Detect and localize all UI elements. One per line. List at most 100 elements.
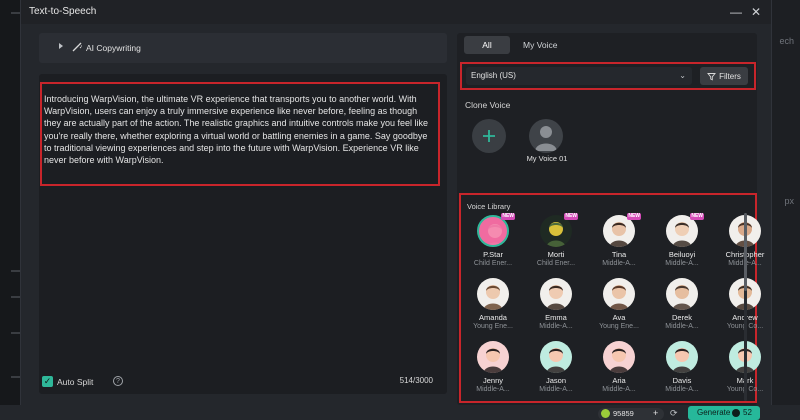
auto-split-checkbox[interactable]: ✓	[42, 376, 53, 387]
voice-description: Middle-A...	[602, 386, 636, 393]
voice-card[interactable]: NEW Morti Child Ener...	[528, 213, 584, 268]
portrait-icon	[483, 348, 503, 373]
portrait-icon	[609, 348, 629, 373]
generate-cost: 52	[743, 408, 752, 417]
portrait-icon	[672, 285, 692, 310]
voice-name: Jason	[545, 376, 566, 385]
clone-voice-title: Clone Voice	[465, 100, 511, 110]
voice-card[interactable]: Ava Young Ene...	[591, 278, 647, 331]
refresh-icon[interactable]: ⟳	[670, 408, 678, 419]
voice-avatar[interactable]	[603, 341, 635, 373]
voice-description: Child Ener...	[536, 260, 576, 267]
new-badge: NEW	[501, 213, 515, 220]
expand-caret-icon	[59, 43, 63, 49]
minimize-button[interactable]: —	[727, 3, 745, 21]
voice-card[interactable]: NEW Tina Middle-A...	[591, 213, 647, 268]
portrait-icon	[483, 285, 503, 310]
voice-avatar[interactable]	[540, 278, 572, 310]
window-title: Text-to-Speech	[29, 6, 97, 17]
voice-description: Middle-A...	[476, 386, 510, 393]
voice-description: Middle-A...	[539, 323, 573, 330]
voice-description: Child Ener...	[473, 260, 513, 267]
voice-card[interactable]: Jenny Middle-A...	[465, 341, 521, 394]
voice-name: Beiluoyi	[668, 250, 696, 259]
voice-card[interactable]: Davis Middle-A...	[654, 341, 710, 394]
voice-description: Young Ene...	[599, 323, 639, 330]
voice-name: Ava	[612, 313, 626, 322]
title-bar: Text-to-Speech — ✕	[21, 0, 771, 24]
background-app-right	[770, 0, 800, 420]
voice-card[interactable]: NEW Beiluoyi Middle-A...	[654, 213, 710, 268]
character-count: 514/3000	[399, 376, 433, 385]
language-filter-bar: English (US) ⌄ Filters	[460, 62, 756, 90]
portrait-icon	[487, 224, 503, 245]
voice-description: Young Ene...	[473, 323, 513, 330]
voice-avatar[interactable]	[666, 278, 698, 310]
voice-name: Morti	[547, 250, 565, 259]
background-app-left	[0, 0, 21, 420]
new-badge: NEW	[627, 213, 641, 220]
tab-my-voice[interactable]: My Voice	[523, 36, 558, 54]
text-editor[interactable]: Introducing WarpVision, the ultimate VR …	[39, 74, 447, 394]
voice-name: Emma	[545, 313, 567, 322]
language-value: English (US)	[471, 71, 516, 80]
my-voice-name: My Voice 01	[526, 154, 568, 163]
chevron-down-icon: ⌄	[679, 71, 686, 80]
voice-avatar[interactable]	[477, 278, 509, 310]
generate-button[interactable]: Generate 52	[688, 406, 760, 420]
voice-avatar[interactable]	[666, 341, 698, 373]
scrollbar-thumb[interactable]	[744, 213, 747, 291]
my-voice-avatar[interactable]	[529, 119, 563, 153]
new-badge: NEW	[690, 213, 704, 220]
filters-label: Filters	[719, 71, 741, 81]
footer-bar	[0, 405, 800, 420]
voice-description: Middle-A...	[665, 386, 699, 393]
add-credits-icon[interactable]: +	[653, 408, 658, 418]
coin-icon	[732, 409, 740, 417]
voice-description: Middle-A...	[665, 323, 699, 330]
filter-icon	[707, 72, 717, 81]
new-badge: NEW	[564, 213, 578, 220]
background-label: px	[784, 196, 794, 206]
voice-library-title: Voice Library	[467, 202, 511, 211]
voice-name: P.Star	[483, 250, 503, 259]
language-select[interactable]: English (US) ⌄	[466, 67, 692, 85]
magic-pen-icon	[72, 42, 82, 52]
voice-panel: All My Voice English (US) ⌄ Filters Clon…	[457, 33, 764, 405]
portrait-icon	[546, 348, 566, 373]
script-text[interactable]: Introducing WarpVision, the ultimate VR …	[44, 93, 436, 166]
voice-avatar[interactable]	[540, 341, 572, 373]
user-icon	[535, 126, 557, 151]
voice-card[interactable]: Amanda Young Ene...	[465, 278, 521, 331]
plus-icon	[483, 130, 495, 142]
voice-card[interactable]: Jason Middle-A...	[528, 341, 584, 394]
voice-name: Tina	[611, 250, 627, 259]
credits-badge[interactable]: 95859 +	[598, 408, 664, 420]
help-icon[interactable]: ?	[113, 376, 123, 386]
voice-name: Aria	[612, 376, 626, 385]
voice-card[interactable]: Aria Middle-A...	[591, 341, 647, 394]
portrait-icon	[672, 348, 692, 373]
close-button[interactable]: ✕	[747, 3, 765, 21]
voice-card[interactable]: NEW P.Star Child Ener...	[465, 213, 521, 268]
coin-icon	[601, 409, 610, 418]
background-label: ech	[779, 36, 794, 46]
voice-library: Voice Library NEW P.Star Child Ener... NEW M…	[459, 193, 764, 403]
tab-all[interactable]: All	[464, 36, 510, 54]
generate-label: Generate	[697, 408, 731, 417]
credits-value: 95859	[613, 409, 634, 418]
voice-name: Davis	[672, 376, 692, 385]
auto-split-label: Auto Split	[57, 377, 94, 387]
text-input-area[interactable]: Introducing WarpVision, the ultimate VR …	[40, 82, 440, 186]
filters-button[interactable]: Filters	[700, 67, 748, 85]
voice-card[interactable]: Derek Middle-A...	[654, 278, 710, 331]
voice-description: Middle-A...	[665, 260, 699, 267]
add-voice-button[interactable]	[472, 119, 506, 153]
voice-name: Derek	[671, 313, 692, 322]
voice-avatar[interactable]	[477, 341, 509, 373]
voice-avatar[interactable]	[603, 278, 635, 310]
ai-copywriting-section[interactable]: AI Copywriting	[39, 33, 447, 63]
voice-card[interactable]: Emma Middle-A...	[528, 278, 584, 331]
voice-name: Jenny	[482, 376, 503, 385]
portrait-icon	[546, 285, 566, 310]
